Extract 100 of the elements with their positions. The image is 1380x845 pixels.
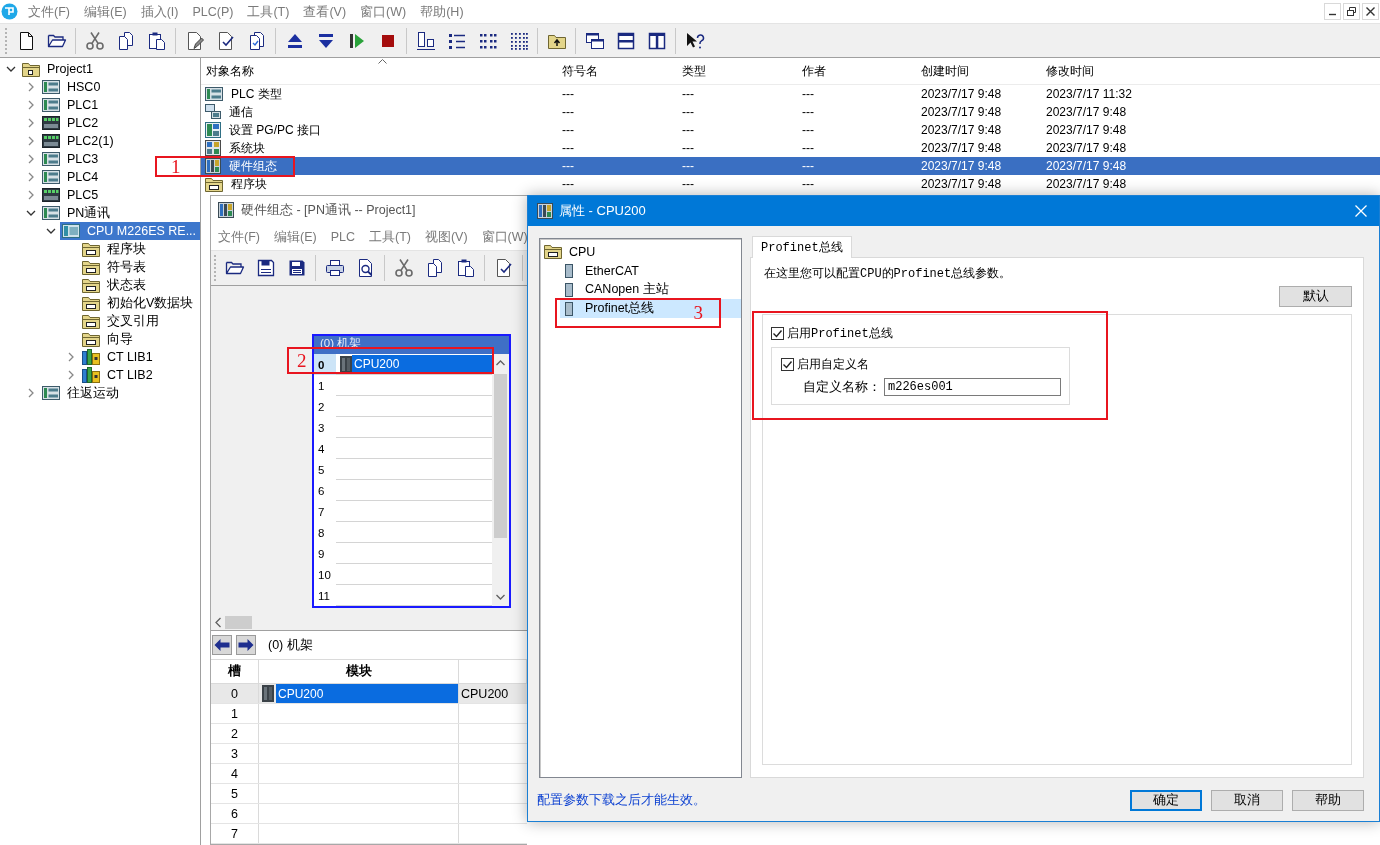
tree-item[interactable]: 往返运动 [40, 384, 123, 402]
object-row[interactable]: 程序块 --- --- --- 2023/7/17 9:48 2023/7/17 9:48 [201, 175, 1380, 193]
tree-item[interactable]: EtherCAT [560, 261, 741, 280]
chevron-down-icon[interactable] [6, 64, 16, 74]
grid-view-icon[interactable] [508, 30, 529, 51]
tree-item[interactable]: 初始化V数据块 [80, 294, 198, 312]
column-header[interactable]: 符号名 [562, 64, 598, 79]
toolbar-grip[interactable] [214, 255, 217, 281]
chevron-right-icon[interactable] [26, 118, 36, 128]
split-horizontal-icon[interactable] [615, 30, 636, 51]
tree-item[interactable]: PLC3 [40, 150, 103, 168]
tree-item[interactable]: CPU M226ES RE... [60, 222, 201, 240]
menu-item[interactable]: 文件(F) [21, 1, 77, 22]
default-button[interactable]: 默认 [1279, 286, 1352, 307]
chevron-right-icon[interactable] [26, 100, 36, 110]
cascade-windows-icon[interactable] [584, 30, 605, 51]
tree-item[interactable]: 交叉引用 [80, 312, 163, 330]
scissors-icon[interactable] [393, 258, 414, 278]
split-vertical-icon[interactable] [646, 30, 667, 51]
restore-icon[interactable] [1343, 3, 1360, 20]
object-row[interactable]: 硬件组态 --- --- --- 2023/7/17 9:48 2023/7/17 9:48 [201, 157, 1380, 175]
checkbox[interactable] [771, 326, 784, 340]
menu-item[interactable]: 插入(I) [133, 1, 186, 22]
chevron-right-icon[interactable] [66, 352, 76, 362]
tree-item[interactable]: 向导 [80, 330, 137, 348]
scissors-icon[interactable] [84, 30, 105, 51]
menu-item[interactable]: 窗口(W) [353, 1, 414, 22]
chevron-down-icon[interactable] [46, 226, 56, 236]
chevron-right-icon[interactable] [26, 136, 36, 146]
object-row[interactable]: 系统块 --- --- --- 2023/7/17 9:48 2023/7/17 9:48 [201, 139, 1380, 157]
slot-number: 3 [317, 420, 326, 436]
save-icon[interactable] [255, 258, 276, 278]
object-row[interactable]: 通信 --- --- --- 2023/7/17 9:48 2023/7/17 9:48 [201, 103, 1380, 121]
tree-item[interactable]: CPU [544, 242, 741, 261]
menu-item[interactable]: 帮助(H) [413, 1, 471, 22]
menu-item[interactable]: PLC [323, 227, 362, 247]
close-icon[interactable] [1362, 3, 1379, 20]
checkbox[interactable] [781, 357, 794, 371]
context-help-icon[interactable] [684, 30, 705, 51]
minimize-icon[interactable] [1324, 3, 1341, 20]
menu-item[interactable]: 视图(V) [417, 227, 475, 247]
menu-item[interactable]: 编辑(E) [76, 1, 134, 22]
object-row[interactable]: PLC 类型 --- --- --- 2023/7/17 9:48 2023/7/17 11:32 [201, 85, 1380, 103]
dialog-button[interactable]: 取消 [1211, 789, 1283, 811]
chevron-right-icon[interactable] [66, 370, 76, 380]
menu-item[interactable]: 文件(F) [211, 227, 267, 247]
chevron-left-icon[interactable] [214, 616, 223, 628]
menu-item[interactable]: 查看(V) [296, 1, 354, 22]
chevron-right-icon[interactable] [26, 154, 36, 164]
tree-item[interactable]: Project1 [20, 60, 97, 78]
tree-item[interactable]: CT LIB2 [80, 366, 157, 384]
scrollbar-thumb[interactable] [494, 374, 507, 538]
tree-item[interactable]: PLC2(1) [40, 132, 118, 150]
tree-item[interactable]: PLC4 [40, 168, 103, 186]
chevron-right-icon[interactable] [26, 82, 36, 92]
toolbar-grip[interactable] [5, 27, 8, 54]
plc-module-icon [42, 386, 60, 400]
menu-item[interactable]: 窗口(W) [474, 227, 527, 247]
tree-item[interactable]: CT LIB1 [80, 348, 157, 366]
tree-item[interactable]: 状态表 [80, 276, 150, 294]
tree-item[interactable]: PLC2 [40, 114, 103, 132]
column-header[interactable]: 作者 [802, 64, 826, 79]
tree-item[interactable]: PN通讯 [40, 204, 115, 222]
table-cell: --- [562, 86, 574, 102]
tree-item[interactable]: HSC0 [40, 78, 105, 96]
printer-icon[interactable] [324, 258, 345, 278]
horizontal-scrollbar[interactable] [211, 614, 527, 631]
chevron-down-icon[interactable] [26, 208, 36, 218]
menu-item[interactable]: PLC(P) [185, 1, 241, 22]
arrow-right-icon[interactable] [236, 635, 256, 655]
arrow-left-icon[interactable] [212, 635, 232, 655]
column-header[interactable]: 修改时间 [1046, 64, 1094, 79]
tree-item[interactable]: 符号表 [80, 258, 150, 276]
column-header[interactable]: 模块 [345, 663, 372, 680]
dialog-button[interactable]: 帮助 [1292, 789, 1364, 811]
column-header[interactable]: 创建时间 [921, 64, 969, 79]
menu-item[interactable]: 工具(T) [361, 227, 418, 247]
menu-item[interactable]: 编辑(E) [266, 227, 324, 247]
name-input[interactable]: m226es001 [884, 378, 1061, 396]
vertical-scrollbar[interactable] [492, 354, 509, 606]
tree-item[interactable]: PLC1 [40, 96, 103, 114]
chevron-right-icon[interactable] [26, 388, 36, 398]
tab[interactable]: Profinet总线 [752, 236, 852, 258]
chevron-right-icon[interactable] [26, 172, 36, 182]
tree-item[interactable]: CANopen 主站 [560, 280, 741, 299]
column-header[interactable]: 槽 [228, 663, 241, 680]
table-cell: 7 [211, 824, 259, 843]
column-header[interactable]: 类型 [682, 64, 706, 79]
chevron-right-icon[interactable] [26, 190, 36, 200]
dialog-button[interactable]: 确定 [1130, 789, 1202, 811]
column-header[interactable]: 对象名称 [206, 64, 254, 79]
tree-item[interactable]: PLC5 [40, 186, 103, 204]
paste-icon[interactable] [146, 30, 167, 51]
device-view-icon[interactable] [415, 30, 436, 51]
paste-icon[interactable] [455, 258, 476, 278]
object-row[interactable]: 设置 PG/PC 接口 --- --- --- 2023/7/17 9:48 2023/7/17 9:48 [201, 121, 1380, 139]
table-cell: --- [562, 140, 574, 156]
scrollbar-thumb[interactable] [225, 615, 252, 629]
tree-item[interactable]: 程序块 [80, 240, 150, 258]
menu-item[interactable]: 工具(T) [240, 1, 297, 22]
